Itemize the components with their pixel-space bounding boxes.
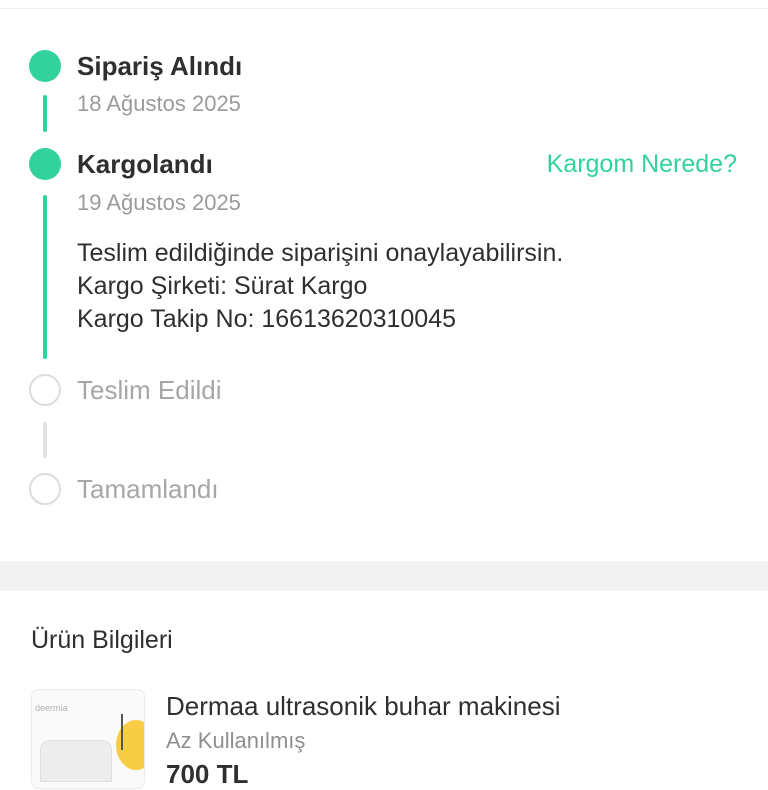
step-date-shipped: 19 Ağustos 2025	[77, 190, 241, 215]
step-complete-indicator	[29, 50, 61, 82]
cargo-company-text: Kargo Şirketi: Sürat Kargo	[77, 272, 368, 300]
section-separator	[0, 561, 768, 591]
product-condition: Az Kullanılmış	[166, 728, 306, 753]
timeline-connector	[43, 95, 47, 132]
order-status-timeline: Sipariş Alındı 18 Ağustos 2025 Kargoland…	[0, 0, 768, 560]
step-title-order-received: Sipariş Alındı	[77, 51, 243, 81]
step-title-completed: Tamamlandı	[77, 474, 219, 504]
timeline-connector	[43, 422, 47, 458]
product-price: 700 TL	[166, 759, 249, 789]
step-title-shipped: Kargolandı	[77, 149, 213, 179]
product-name[interactable]: Dermaa ultrasonik buhar makinesi	[166, 690, 561, 722]
product-thumbnail[interactable]: deermia	[31, 689, 145, 789]
timeline-connector	[43, 195, 47, 359]
shipping-details: Teslim edildiğinde siparişini onaylayabi…	[77, 237, 563, 336]
step-pending-indicator	[29, 374, 61, 406]
step-pending-indicator	[29, 473, 61, 505]
step-complete-indicator	[29, 148, 61, 180]
step-date-order-received: 18 Ağustos 2025	[77, 91, 241, 116]
where-is-my-cargo-link[interactable]: Kargom Nerede?	[547, 148, 737, 180]
tracking-number-text: Kargo Takip No: 16613620310045	[77, 305, 457, 333]
product-image-detail	[121, 714, 123, 750]
product-brand-mark: deermia	[35, 703, 68, 713]
confirm-hint-text: Teslim edildiğinde siparişini onaylayabi…	[77, 239, 564, 267]
product-info-heading: Ürün Bilgileri	[31, 626, 173, 654]
step-title-delivered: Teslim Edildi	[77, 375, 222, 405]
steamer-device-image	[40, 740, 112, 782]
